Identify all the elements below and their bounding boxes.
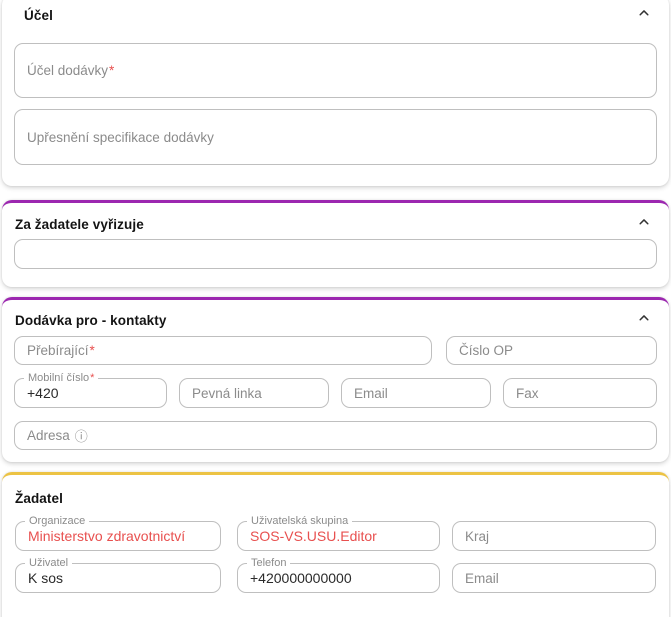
kontakt-email-input[interactable]: Email (341, 378, 491, 408)
mobilni-cislo-value: +420 (27, 385, 59, 401)
kraj-input[interactable]: Kraj (452, 521, 656, 551)
uzivatelska-skupina-input[interactable]: Uživatelská skupina SOS-VS.USU.Editor (237, 521, 440, 551)
info-icon[interactable]: ⓘ (75, 426, 88, 445)
organizace-label: Organizace (25, 514, 89, 528)
chevron-up-icon (637, 311, 651, 330)
adresa-placeholder: Adresa (27, 428, 70, 443)
pevna-linka-placeholder: Pevná linka (192, 386, 262, 401)
upresneni-placeholder: Upřesnění specifikace dodávky (27, 130, 214, 145)
chevron-up-icon (637, 6, 651, 25)
telefon-value: +420000000000 (250, 570, 352, 586)
uzivatel-label: Uživatel (25, 556, 72, 570)
uzivatel-input[interactable]: Uživatel K sos (15, 563, 221, 593)
section-ucel: Účel Účel dodávky* Upřesnění specifikace… (2, 0, 669, 186)
kontakt-email-placeholder: Email (354, 386, 388, 401)
section-za-zadatele: Za žadatele vyřizuje (2, 200, 669, 287)
required-marker: * (90, 372, 94, 384)
uzivatel-value: K sos (28, 570, 63, 586)
fax-input[interactable]: Fax (503, 378, 657, 408)
organizace-input[interactable]: Organizace Ministerstvo zdravotnictví (15, 521, 221, 551)
adresa-input[interactable]: Adresa ⓘ (14, 421, 657, 450)
za-zadatele-vyrizuje-input[interactable] (14, 239, 657, 269)
section-zadatel: Žadatel Organizace Ministerstvo zdravotn… (2, 472, 669, 617)
section-za-zadatele-title: Za žadatele vyřizuje (15, 217, 144, 232)
collapse-section-za-zadatele-button[interactable] (635, 215, 653, 233)
cislo-op-placeholder: Číslo OP (459, 343, 513, 358)
required-marker: * (90, 343, 95, 358)
fax-placeholder: Fax (516, 386, 539, 401)
chevron-up-icon (637, 215, 651, 234)
mobilni-cislo-label: Mobilní číslo* (24, 371, 98, 385)
collapse-section-ucel-button[interactable] (635, 6, 653, 24)
uzivatelska-skupina-label: Uživatelská skupina (247, 514, 352, 528)
zadatel-email-input[interactable]: Email (452, 563, 656, 593)
section-ucel-title: Účel (24, 8, 53, 23)
telefon-label: Telefon (247, 556, 290, 570)
zadatel-email-placeholder: Email (465, 571, 499, 586)
prebirajici-input[interactable]: Přebírající* (14, 336, 432, 365)
ucel-dodavky-placeholder: Účel dodávky (27, 63, 108, 78)
section-dodavka-kontakty: Dodávka pro - kontakty Přebírající* Čísl… (2, 297, 669, 462)
upresneni-specifikace-textarea[interactable]: Upřesnění specifikace dodávky (14, 109, 657, 165)
kraj-placeholder: Kraj (465, 529, 489, 544)
prebirajici-placeholder: Přebírající (27, 343, 89, 358)
mobilni-cislo-input[interactable]: Mobilní číslo* +420 (14, 378, 167, 408)
required-marker: * (109, 63, 114, 78)
cislo-op-input[interactable]: Číslo OP (446, 336, 657, 365)
ucel-dodavky-textarea[interactable]: Účel dodávky* (14, 43, 657, 98)
collapse-section-dodavka-kontakty-button[interactable] (635, 311, 653, 329)
pevna-linka-input[interactable]: Pevná linka (179, 378, 329, 408)
telefon-input[interactable]: Telefon +420000000000 (237, 563, 440, 593)
uzivatelska-skupina-value: SOS-VS.USU.Editor (250, 528, 377, 544)
section-zadatel-title: Žadatel (15, 491, 63, 506)
organizace-value: Ministerstvo zdravotnictví (28, 528, 185, 544)
section-dodavka-kontakty-title: Dodávka pro - kontakty (15, 313, 166, 328)
form-page: Účel Účel dodávky* Upřesnění specifikace… (0, 0, 671, 617)
